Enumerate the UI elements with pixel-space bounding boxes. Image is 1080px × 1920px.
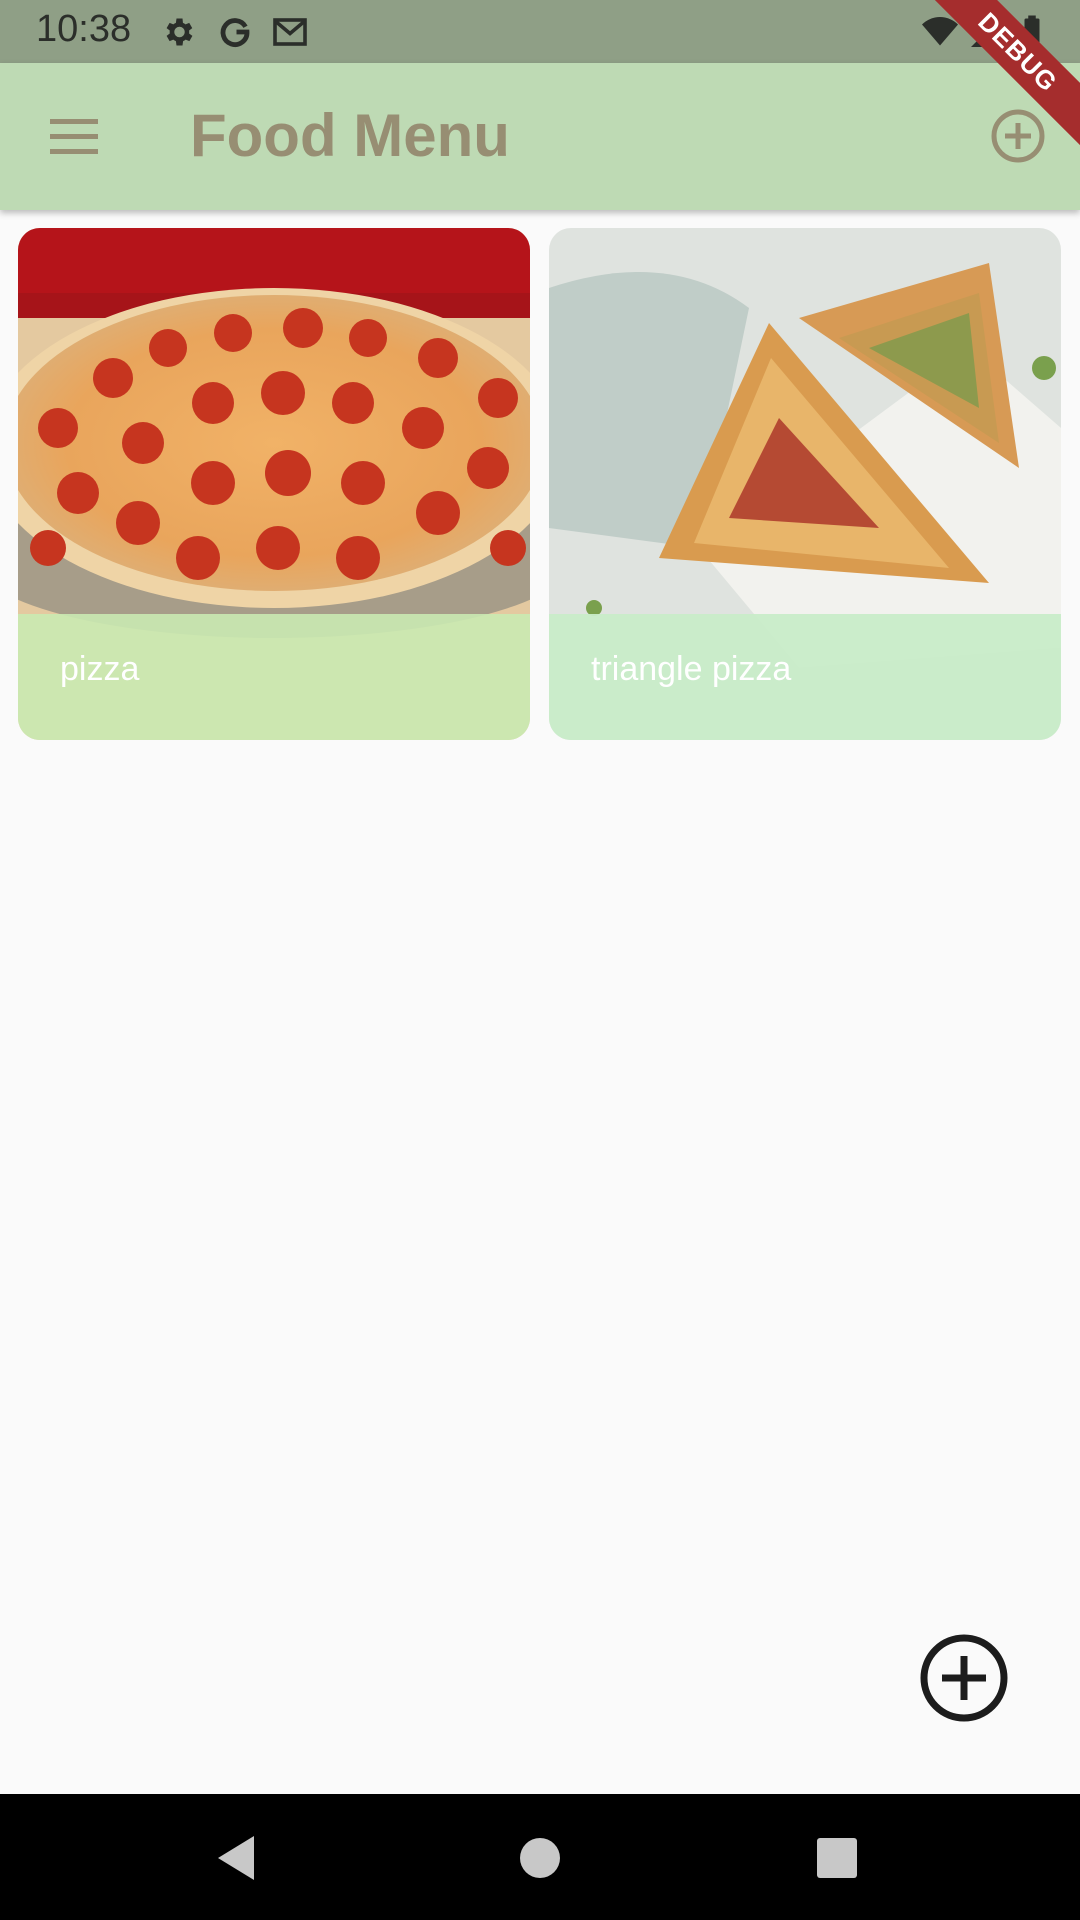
- add-circle-icon: [991, 109, 1045, 163]
- recents-icon: [817, 1838, 857, 1878]
- home-button[interactable]: [510, 1828, 570, 1888]
- status-time: 10:38: [36, 8, 132, 50]
- add-food-fab[interactable]: [918, 1632, 1010, 1724]
- recents-button[interactable]: [807, 1828, 867, 1888]
- add-item-button[interactable]: [985, 103, 1051, 169]
- food-label: triangle pizza: [591, 650, 792, 688]
- home-icon: [520, 1838, 560, 1878]
- back-button[interactable]: [208, 1828, 268, 1888]
- hamburger-icon: [50, 119, 98, 154]
- food-caption: triangle pizza: [549, 614, 1061, 740]
- page-title: Food Menu: [190, 102, 510, 169]
- back-icon: [218, 1836, 254, 1880]
- food-label: pizza: [60, 650, 140, 688]
- google-icon: [220, 18, 250, 47]
- gmail-icon: [273, 18, 307, 46]
- system-nav-bar: [0, 1794, 1080, 1920]
- add-circle-icon: [920, 1634, 1008, 1722]
- gear-icon: [166, 18, 193, 46]
- food-card-triangle-pizza[interactable]: triangle pizza: [549, 228, 1061, 740]
- app-bar: Food Menu: [0, 63, 1080, 210]
- food-caption: pizza: [18, 614, 530, 740]
- status-bar: 10:38: [0, 0, 1080, 63]
- wifi-icon: [922, 17, 958, 46]
- hamburger-menu-button[interactable]: [28, 101, 118, 171]
- food-card-pizza[interactable]: pizza: [18, 228, 530, 740]
